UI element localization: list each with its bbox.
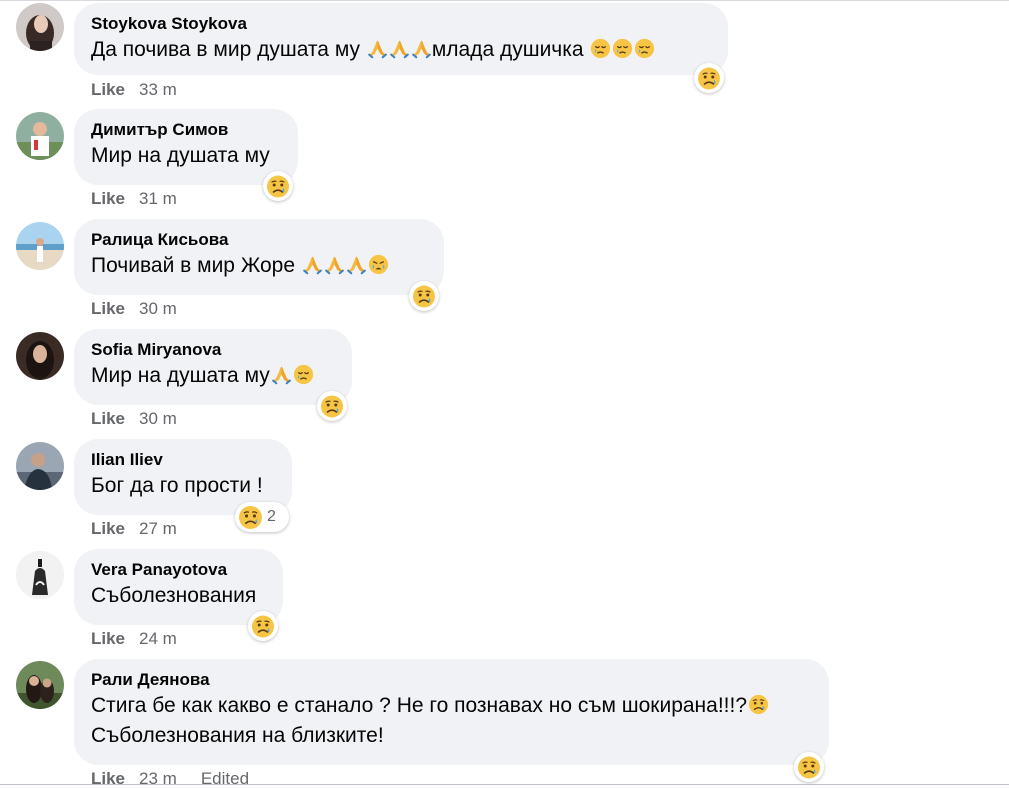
comment-author[interactable]: Ilian Iliev bbox=[91, 449, 276, 471]
comment-text-part: Стига бе как какво е станало ? Не го поз… bbox=[91, 694, 748, 717]
pray-emoji-icon bbox=[324, 254, 345, 275]
reaction-badge[interactable] bbox=[694, 63, 724, 93]
comment-actions: Like 31 m bbox=[91, 189, 201, 209]
comment-author[interactable]: Ралица Кисьова bbox=[91, 229, 428, 251]
sad-reaction-icon bbox=[320, 394, 344, 419]
sleepy-emoji-icon bbox=[612, 38, 633, 59]
comment-author[interactable]: Stoykova Stoykova bbox=[91, 13, 712, 35]
avatar[interactable] bbox=[16, 551, 64, 599]
comment-text-part: млада душичка bbox=[431, 38, 590, 61]
pray-emoji-icon bbox=[367, 38, 388, 59]
comment-text: Съболезнования bbox=[91, 584, 257, 607]
weary-emoji-icon bbox=[368, 254, 389, 275]
reaction-badge[interactable]: 2 bbox=[235, 502, 289, 532]
like-button[interactable]: Like bbox=[91, 519, 125, 538]
comment-actions: Like 33 m bbox=[91, 80, 201, 100]
comment-text-part: Да почива в мир душата му bbox=[91, 38, 366, 61]
like-button[interactable]: Like bbox=[91, 189, 125, 208]
comment-actions: Like 27 m bbox=[91, 519, 201, 539]
pray-emoji-icon bbox=[271, 364, 292, 385]
reaction-badge[interactable] bbox=[409, 281, 439, 311]
comment-actions: Like 23 m Edited bbox=[91, 769, 249, 789]
comment-text: Почивай в мир Жоре bbox=[91, 251, 428, 281]
avatar[interactable] bbox=[16, 112, 64, 160]
avatar[interactable] bbox=[16, 661, 64, 709]
like-button[interactable]: Like bbox=[91, 409, 125, 428]
sad-reaction-icon bbox=[251, 614, 275, 639]
reaction-badge[interactable] bbox=[317, 391, 347, 421]
comment-text: Мир на душата му bbox=[91, 361, 336, 391]
comment-bubble: Sofia Miryanova Мир на душата му bbox=[74, 329, 352, 405]
top-divider bbox=[0, 0, 1009, 1]
comment-text: Да почива в мир душата му млада душичка bbox=[91, 35, 712, 65]
comment-timestamp[interactable]: 30 m bbox=[139, 409, 177, 428]
comment-author[interactable]: Sofia Miryanova bbox=[91, 339, 336, 361]
reaction-badge[interactable] bbox=[263, 171, 293, 201]
avatar[interactable] bbox=[16, 332, 64, 380]
comment-author[interactable]: Димитър Симов bbox=[91, 119, 282, 141]
avatar[interactable] bbox=[16, 222, 64, 270]
avatar[interactable] bbox=[16, 3, 64, 51]
comment-timestamp[interactable]: 23 m bbox=[139, 769, 177, 788]
comment-bubble: Stoykova Stoykova Да почива в мир душата… bbox=[74, 3, 728, 75]
comment-timestamp[interactable]: 33 m bbox=[139, 80, 177, 99]
pray-emoji-icon bbox=[302, 254, 323, 275]
comment-timestamp[interactable]: 27 m bbox=[139, 519, 177, 538]
comment-bubble: Рали Деянова Стига бе как какво е станал… bbox=[74, 659, 829, 765]
sad-reaction-icon bbox=[797, 755, 821, 780]
comment-text-part: Почивай в мир Жоре bbox=[91, 254, 301, 277]
comment-bubble: Димитър Симов Мир на душата му bbox=[74, 109, 298, 185]
like-button[interactable]: Like bbox=[91, 769, 125, 788]
comment-text: Бог да го прости ! bbox=[91, 474, 263, 497]
like-button[interactable]: Like bbox=[91, 299, 125, 318]
sad-reaction-icon bbox=[697, 66, 721, 91]
avatar[interactable] bbox=[16, 442, 64, 490]
pray-emoji-icon bbox=[389, 38, 410, 59]
comment-text: Мир на душата му bbox=[91, 144, 270, 167]
sleepy-emoji-icon bbox=[590, 38, 611, 59]
comment-timestamp[interactable]: 24 m bbox=[139, 629, 177, 648]
pray-emoji-icon bbox=[346, 254, 367, 275]
sleepy-emoji-icon bbox=[634, 38, 655, 59]
reaction-badge[interactable] bbox=[248, 611, 278, 641]
like-button[interactable]: Like bbox=[91, 629, 125, 648]
pray-emoji-icon bbox=[411, 38, 432, 59]
comment-bubble: Ралица Кисьова Почивай в мир Жоре bbox=[74, 219, 444, 295]
like-button[interactable]: Like bbox=[91, 80, 125, 99]
comment-actions: Like 30 m bbox=[91, 409, 201, 429]
sad-emoji-icon bbox=[748, 694, 769, 715]
comment-timestamp[interactable]: 31 m bbox=[139, 189, 177, 208]
sleepy-emoji-icon bbox=[293, 364, 314, 385]
edited-label[interactable]: Edited bbox=[201, 769, 249, 788]
comment-actions: Like 24 m bbox=[91, 629, 201, 649]
comment-actions: Like 30 m bbox=[91, 299, 201, 319]
sad-reaction-icon bbox=[412, 284, 436, 309]
sad-reaction-icon bbox=[266, 174, 290, 199]
comment-text-part: Мир на душата му bbox=[91, 364, 270, 387]
sad-reaction-icon bbox=[238, 505, 263, 530]
comment-author[interactable]: Vera Panayotova bbox=[91, 559, 267, 581]
reaction-badge[interactable] bbox=[794, 752, 824, 782]
comment-text-line2: Съболезнования на близките! bbox=[91, 724, 384, 747]
comment-timestamp[interactable]: 30 m bbox=[139, 299, 177, 318]
comment-author[interactable]: Рали Деянова bbox=[91, 669, 813, 691]
comment-text: Стига бе как какво е станало ? Не го поз… bbox=[91, 691, 813, 721]
reaction-count: 2 bbox=[267, 508, 276, 525]
